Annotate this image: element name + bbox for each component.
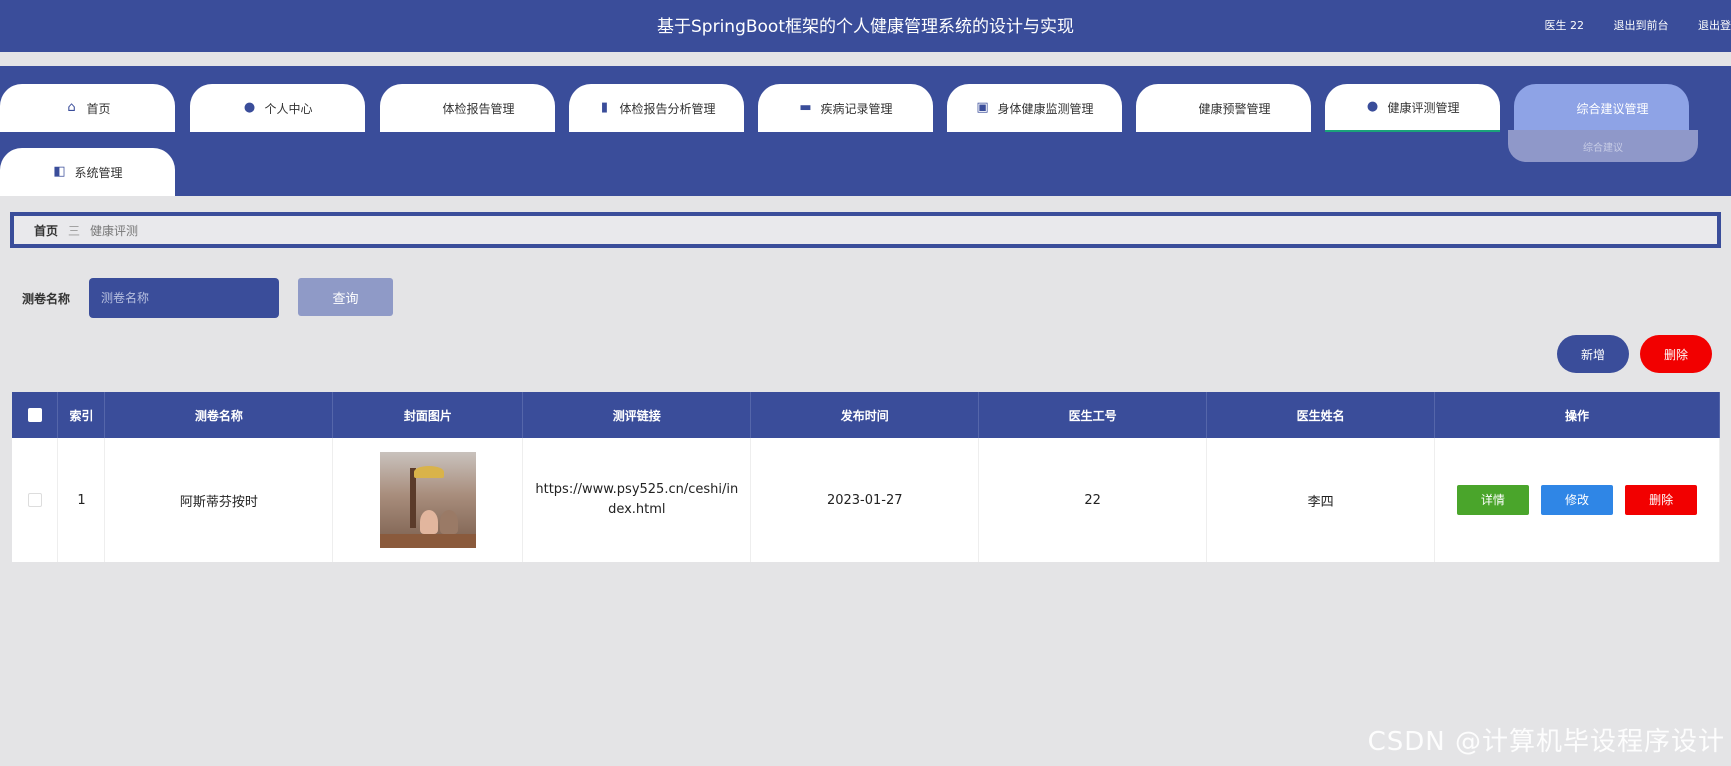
delete-button[interactable]: 删除 xyxy=(1640,335,1712,373)
row-link: https://www.psy525.cn/ceshi/index.html xyxy=(522,438,752,562)
tab-label: 系统管理 xyxy=(74,165,123,180)
tab-report-analysis[interactable]: ▮ 体检报告分析管理 xyxy=(569,84,744,132)
breadcrumb-home[interactable]: 首页 xyxy=(34,222,58,239)
row-actions: 详情 修改 删除 xyxy=(1434,438,1720,562)
tab-label: 疾病记录管理 xyxy=(820,101,893,116)
row-index: 1 xyxy=(57,438,106,562)
tab-label: 综合建议管理 xyxy=(1576,101,1649,116)
tab-health-warning[interactable]: 健康预警管理 xyxy=(1136,84,1311,132)
tab-label: 健康预警管理 xyxy=(1198,101,1271,116)
tab-home[interactable]: ⌂ 首页 xyxy=(0,84,175,132)
book-icon: ▮ xyxy=(600,100,609,115)
tab-personal-center[interactable]: ● 个人中心 xyxy=(190,84,365,132)
watermark: CSDN @计算机毕设程序设计 xyxy=(1367,727,1725,757)
tab-system-manage[interactable]: ◧ 系统管理 xyxy=(0,148,175,196)
tab-label: 个人中心 xyxy=(264,101,313,116)
breadcrumb-separator: 三 xyxy=(68,223,81,238)
logout-link[interactable]: 退出登 xyxy=(1698,19,1731,32)
row-doctor-id: 22 xyxy=(978,438,1208,562)
tab-label: 体检报告分析管理 xyxy=(619,101,716,116)
cover-image xyxy=(379,452,476,548)
tab-advice-manage[interactable]: 综合建议管理 xyxy=(1514,84,1689,132)
grid-icon xyxy=(1554,101,1568,115)
row-cover-cell xyxy=(332,438,524,562)
tab-label: 体检报告管理 xyxy=(442,101,515,116)
detail-button[interactable]: 详情 xyxy=(1456,485,1529,515)
submenu-advice[interactable]: 综合建议 xyxy=(1508,130,1698,162)
tab-disease-record[interactable]: ▬ 疾病记录管理 xyxy=(758,84,933,132)
table-row: 1 阿斯蒂芬按时 https://www.psy525.cn/ceshi/ind… xyxy=(12,438,1720,562)
search-input[interactable] xyxy=(89,278,279,318)
row-checkbox[interactable] xyxy=(27,493,42,507)
edit-button[interactable]: 修改 xyxy=(1541,485,1614,515)
tab-health-assessment[interactable]: ● 健康评测管理 xyxy=(1325,84,1500,132)
tab-report-manage[interactable]: 体检报告管理 xyxy=(380,84,555,132)
header-links: 医生 22 退出到前台 退出登 xyxy=(1519,17,1731,33)
tab-health-monitor[interactable]: ▣ 身体健康监测管理 xyxy=(947,84,1122,132)
col-header-doctor-name: 医生姓名 xyxy=(1206,392,1436,438)
wallet-icon: ◧ xyxy=(53,164,66,179)
breadcrumb: 首页 三 健康评测 xyxy=(10,212,1721,248)
top-bar: 基于SpringBoot框架的个人健康管理系统的设计与实现 医生 22 退出到前… xyxy=(0,0,1731,52)
grid-icon xyxy=(1176,101,1190,115)
tab-label: 首页 xyxy=(86,101,111,116)
monitor-icon: ▬ xyxy=(799,100,812,115)
col-header-cover: 封面图片 xyxy=(332,392,524,438)
col-header-index: 索引 xyxy=(57,392,106,438)
search-label: 测卷名称 xyxy=(22,292,71,306)
select-all-checkbox[interactable] xyxy=(27,408,42,423)
search-button[interactable]: 查询 xyxy=(298,278,393,316)
header-divider xyxy=(0,52,1731,66)
grid-icon xyxy=(420,101,434,115)
user-icon: ● xyxy=(243,100,256,115)
home-icon: ⌂ xyxy=(67,100,76,115)
row-select-cell xyxy=(12,438,59,562)
breadcrumb-current: 健康评测 xyxy=(90,223,139,238)
table-header-row: 索引 测卷名称 封面图片 测评链接 发布时间 医生工号 医生姓名 操作 xyxy=(12,392,1720,438)
col-header-name: 测卷名称 xyxy=(104,392,334,438)
col-header-actions: 操作 xyxy=(1434,392,1720,438)
tab-label: 健康评测管理 xyxy=(1387,100,1460,115)
to-front-link[interactable]: 退出到前台 xyxy=(1614,19,1669,32)
row-delete-button[interactable]: 删除 xyxy=(1625,485,1698,515)
user-label: 医生 22 xyxy=(1544,19,1585,32)
briefcase-icon: ▣ xyxy=(976,100,989,115)
col-header-publish-time: 发布时间 xyxy=(750,392,980,438)
col-header-doctor-id: 医生工号 xyxy=(978,392,1208,438)
row-publish-time: 2023-01-27 xyxy=(750,438,980,562)
data-table: 索引 测卷名称 封面图片 测评链接 发布时间 医生工号 医生姓名 操作 1 阿斯… xyxy=(12,392,1720,562)
app-title: 基于SpringBoot框架的个人健康管理系统的设计与实现 xyxy=(657,17,1074,37)
nav-band: ⌂ 首页 ● 个人中心 体检报告管理 ▮ 体检报告分析管理 ▬ 疾病记录管理 ▣… xyxy=(0,66,1731,196)
row-name: 阿斯蒂芬按时 xyxy=(104,438,334,562)
add-button[interactable]: 新增 xyxy=(1557,335,1629,373)
tab-label: 身体健康监测管理 xyxy=(997,101,1094,116)
select-all-cell xyxy=(12,392,59,438)
row-doctor-name: 李四 xyxy=(1206,438,1436,562)
bulb-icon: ● xyxy=(1366,99,1379,114)
col-header-link: 测评链接 xyxy=(522,392,752,438)
